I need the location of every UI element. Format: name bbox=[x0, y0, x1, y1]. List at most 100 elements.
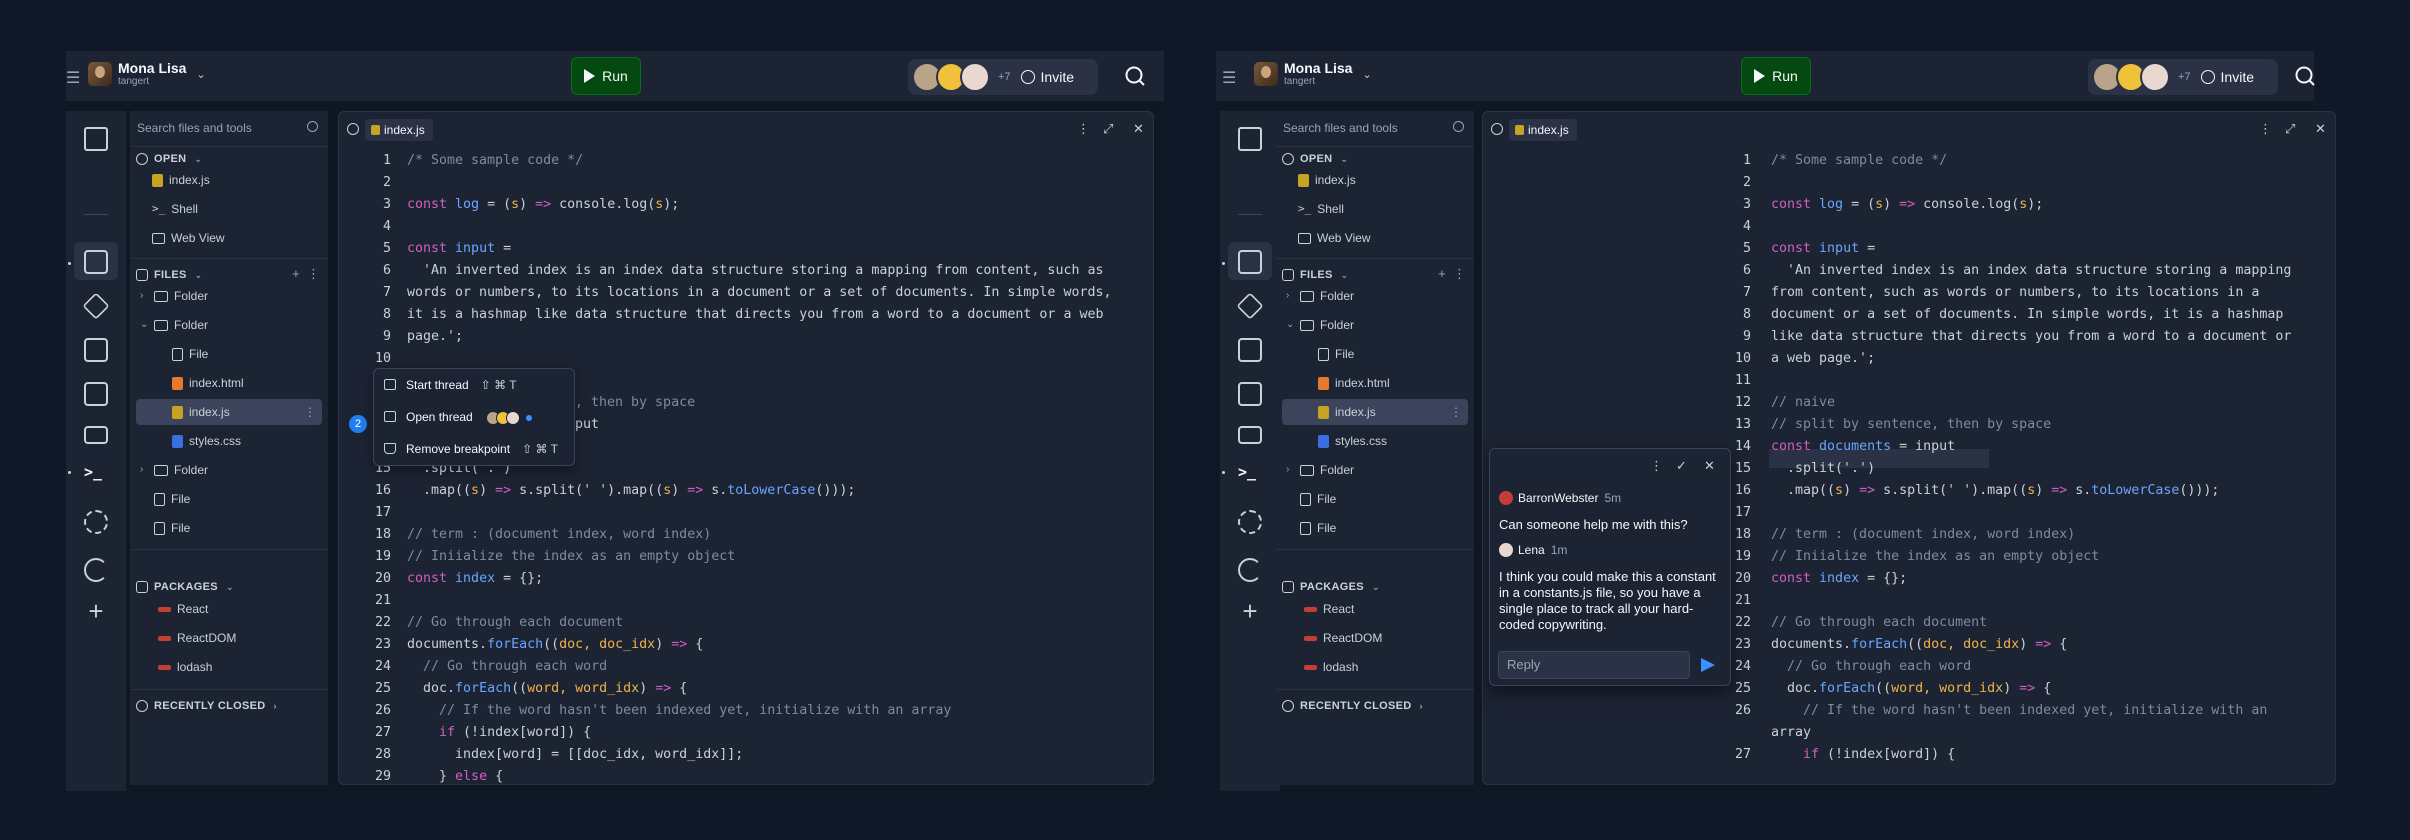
close-icon[interactable]: ✕ bbox=[2315, 121, 2326, 137]
tree-item-file[interactable]: File bbox=[1276, 341, 1474, 367]
open-item-webview[interactable]: Web View bbox=[130, 225, 328, 251]
tree-item-index-js[interactable]: index.js ⋮ bbox=[136, 399, 322, 425]
refresh-icon[interactable] bbox=[84, 558, 108, 582]
open-item-shell[interactable]: >_ Shell bbox=[1276, 196, 1474, 222]
add-icon[interactable]: + bbox=[84, 598, 108, 624]
open-item-shell[interactable]: >_ Shell bbox=[130, 196, 328, 222]
line-number[interactable]: 23 bbox=[339, 637, 391, 652]
kebab-icon[interactable]: ⋮ bbox=[307, 266, 320, 281]
kebab-icon[interactable]: ⋮ bbox=[1453, 266, 1466, 281]
menu-icon[interactable]: ☰ bbox=[1222, 68, 1236, 88]
code-line[interactable]: .map((s) => s.split(' ').map((s) => s.to… bbox=[1771, 483, 2219, 498]
start-thread-item[interactable]: Start thread ⇧ ⌘ T bbox=[374, 369, 574, 401]
line-number[interactable]: 3 bbox=[1699, 197, 1751, 212]
add-file-icon[interactable]: + bbox=[292, 266, 300, 281]
code-editor[interactable]: index.js ⋮ ⤢ ✕ 1/* Some sample code */2 3… bbox=[338, 111, 1154, 785]
line-number[interactable]: 28 bbox=[339, 747, 391, 762]
code-line[interactable]: // term : (document index, word index) bbox=[407, 527, 711, 542]
menu-icon[interactable]: ☰ bbox=[66, 68, 80, 88]
line-number[interactable]: 1 bbox=[339, 153, 391, 168]
tree-item-folder[interactable]: › Folder bbox=[1276, 457, 1474, 483]
line-number[interactable]: 13 bbox=[1699, 417, 1751, 432]
code-line[interactable]: from content, such as words or numbers, … bbox=[1771, 285, 2259, 300]
code-line[interactable]: a web page.'; bbox=[1771, 351, 1875, 366]
line-number[interactable]: 26 bbox=[1699, 703, 1751, 718]
breakpoint-badge[interactable]: 2 bbox=[349, 415, 367, 433]
code-line[interactable]: const index = {}; bbox=[1771, 571, 1907, 586]
code-line[interactable]: // term : (document index, word index) bbox=[1771, 527, 2075, 542]
avatar[interactable] bbox=[960, 62, 990, 92]
send-icon[interactable] bbox=[1701, 658, 1715, 672]
user-switcher[interactable]: Mona Lisa tangert ⌄ bbox=[88, 61, 206, 87]
code-line[interactable]: const input = bbox=[1771, 241, 1875, 256]
line-number[interactable]: 6 bbox=[339, 263, 391, 278]
code-line[interactable]: documents.forEach((doc, doc_idx) => { bbox=[1771, 637, 2067, 652]
add-icon[interactable]: + bbox=[1238, 598, 1262, 624]
open-section-header[interactable]: OPEN ⌄ bbox=[1282, 153, 1348, 165]
code-line[interactable]: // Go through each word bbox=[407, 659, 607, 674]
line-number[interactable]: 8 bbox=[339, 307, 391, 322]
line-number[interactable]: 1 bbox=[1699, 153, 1751, 168]
avatar[interactable] bbox=[2140, 62, 2170, 92]
line-number[interactable]: 10 bbox=[339, 351, 391, 366]
remove-breakpoint-item[interactable]: Remove breakpoint ⇧ ⌘ T bbox=[374, 433, 574, 465]
tab-index-js[interactable]: index.js bbox=[1509, 119, 1577, 141]
search-icon[interactable] bbox=[2294, 65, 2316, 87]
line-number[interactable]: 17 bbox=[339, 505, 391, 520]
line-number[interactable]: 18 bbox=[339, 527, 391, 542]
code-line[interactable]: words or numbers, to its locations in a … bbox=[407, 285, 1111, 300]
tree-item-file[interactable]: File bbox=[130, 515, 328, 541]
code-line[interactable]: if (!index[word]) { bbox=[407, 725, 591, 740]
line-number[interactable]: 27 bbox=[339, 725, 391, 740]
open-item-index-js[interactable]: index.js bbox=[1276, 167, 1474, 193]
tree-item-folder[interactable]: ⌄ Folder bbox=[1276, 312, 1474, 338]
user-switcher[interactable]: Mona Lisa tangert ⌄ bbox=[1254, 61, 1372, 87]
package-item[interactable]: ReactDOM bbox=[130, 625, 328, 651]
tree-item-index-html[interactable]: index.html bbox=[130, 370, 328, 396]
line-number[interactable]: 4 bbox=[339, 219, 391, 234]
package-item[interactable]: React bbox=[1276, 596, 1474, 622]
code-line[interactable]: // Go through each word bbox=[1771, 659, 1971, 674]
line-number[interactable]: 2 bbox=[339, 175, 391, 190]
packages-section-header[interactable]: PACKAGES ⌄ bbox=[1282, 581, 1380, 593]
code-line[interactable]: const input = bbox=[407, 241, 511, 256]
line-number[interactable]: 11 bbox=[1699, 373, 1751, 388]
code-line[interactable]: /* Some sample code */ bbox=[407, 153, 583, 168]
line-number[interactable]: 20 bbox=[339, 571, 391, 586]
workspace-icon[interactable] bbox=[1238, 127, 1262, 151]
recently-closed-header[interactable]: RECENTLY CLOSED › bbox=[1282, 700, 1423, 712]
code-line[interactable]: // split by sentence, then by space bbox=[1771, 417, 2051, 432]
recently-closed-header[interactable]: RECENTLY CLOSED › bbox=[136, 700, 277, 712]
code-line[interactable]: // Go through each document bbox=[407, 615, 623, 630]
line-number[interactable]: 24 bbox=[339, 659, 391, 674]
code-line[interactable]: like data structure that directs you fro… bbox=[1771, 329, 2291, 344]
workspace-icon[interactable] bbox=[84, 127, 108, 151]
kebab-icon[interactable]: ⋮ bbox=[1077, 121, 1090, 137]
code-line[interactable]: index[word] = [[doc_idx, word_idx]]; bbox=[407, 747, 743, 762]
line-number[interactable]: 12 bbox=[1699, 395, 1751, 410]
code-line[interactable]: array bbox=[1771, 725, 1811, 740]
code-line[interactable]: const documents = input bbox=[1771, 439, 1955, 454]
line-number[interactable]: 4 bbox=[1699, 219, 1751, 234]
shell-icon[interactable]: >_ bbox=[1238, 463, 1262, 487]
code-line[interactable]: , then by space bbox=[575, 395, 695, 410]
tree-item-file[interactable]: File bbox=[1276, 486, 1474, 512]
line-number[interactable]: 26 bbox=[339, 703, 391, 718]
tree-item-index-html[interactable]: index.html bbox=[1276, 370, 1474, 396]
collaborators-count[interactable]: +7 bbox=[2178, 71, 2191, 83]
add-file-icon[interactable]: + bbox=[1438, 266, 1446, 281]
kebab-icon[interactable]: ⋮ bbox=[1450, 399, 1462, 425]
code-line[interactable]: doc.forEach((word, word_idx) => { bbox=[1771, 681, 2051, 696]
line-number[interactable]: 8 bbox=[1699, 307, 1751, 322]
settings-icon[interactable] bbox=[1238, 510, 1262, 534]
line-number[interactable]: 9 bbox=[1699, 329, 1751, 344]
close-icon[interactable]: ✕ bbox=[1704, 458, 1715, 474]
code-editor[interactable]: index.js ⋮ ⤢ ✕ 1/* Some sample code */2 3… bbox=[1482, 111, 2336, 785]
code-line[interactable]: // If the word hasn't been indexed yet, … bbox=[1771, 703, 2267, 718]
shell-icon[interactable]: >_ bbox=[84, 463, 108, 487]
invite-button[interactable]: Invite bbox=[1020, 69, 1074, 85]
tree-item-file[interactable]: File bbox=[130, 486, 328, 512]
code-line[interactable]: .split('.') bbox=[1771, 461, 1875, 476]
line-number[interactable]: 6 bbox=[1699, 263, 1751, 278]
code-line[interactable]: const index = {}; bbox=[407, 571, 543, 586]
